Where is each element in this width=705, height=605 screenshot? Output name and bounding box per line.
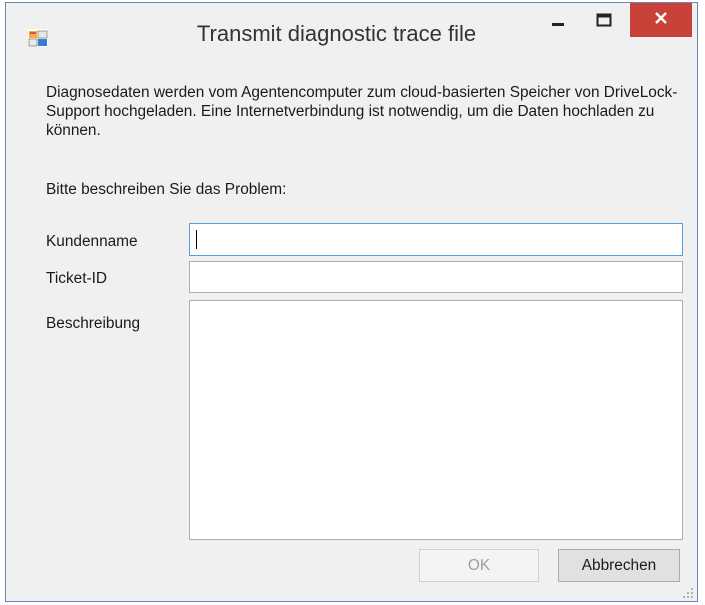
minimize-icon	[551, 13, 565, 27]
problem-prompt: Bitte beschreiben Sie das Problem:	[46, 181, 287, 198]
title-bar[interactable]: Transmit diagnostic trace file	[6, 3, 697, 49]
text-caret	[196, 230, 197, 249]
maximize-icon	[596, 13, 612, 27]
dialog-content: Diagnosedaten werden vom Agentencomputer…	[6, 49, 697, 601]
close-button[interactable]	[630, 3, 692, 37]
dialog-window: Transmit diagnostic trace file Diagnosed…	[5, 2, 698, 602]
maximize-button[interactable]	[582, 3, 626, 37]
ok-button[interactable]: OK	[419, 549, 539, 582]
ticket-id-input[interactable]	[189, 261, 683, 293]
cancel-button[interactable]: Abbrechen	[558, 549, 680, 582]
description-label: Beschreibung	[46, 315, 141, 332]
description-text: Diagnosedaten werden vom Agentencomputer…	[46, 84, 678, 139]
customer-name-input[interactable]	[189, 223, 683, 256]
resize-grip-icon[interactable]	[682, 586, 694, 598]
close-icon	[654, 11, 668, 30]
customer-name-label: Kundenname	[46, 233, 138, 250]
ticket-id-label: Ticket-ID	[46, 270, 107, 287]
minimize-button[interactable]	[536, 3, 580, 37]
description-textarea[interactable]	[189, 300, 683, 540]
